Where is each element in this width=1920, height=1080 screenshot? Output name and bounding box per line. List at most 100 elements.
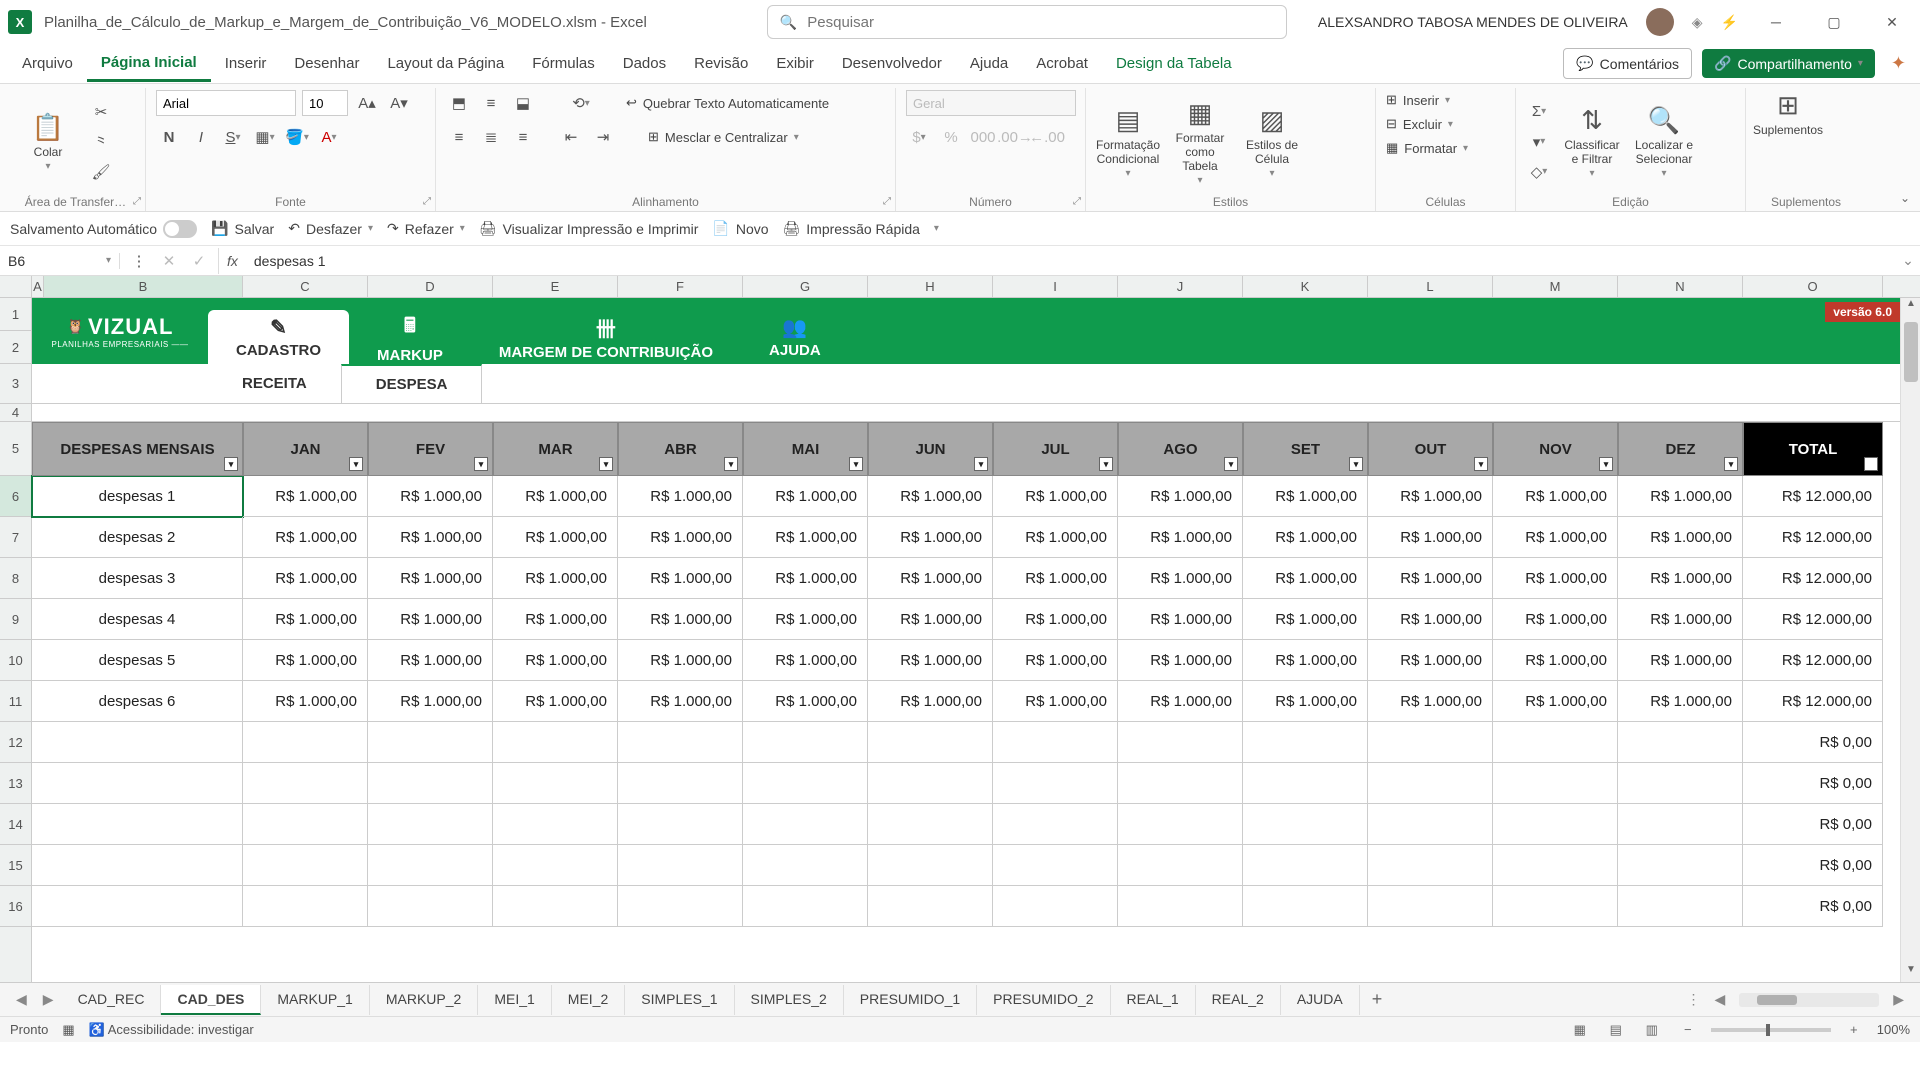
empty-cell[interactable] — [1493, 763, 1618, 804]
expense-value-cell[interactable]: R$ 1.000,00 — [993, 476, 1118, 517]
table-header[interactable]: NOV▾ — [1493, 422, 1618, 476]
normal-view-button[interactable]: ▦ — [1567, 1020, 1593, 1040]
expense-value-cell[interactable]: R$ 1.000,00 — [1368, 558, 1493, 599]
expense-value-cell[interactable]: R$ 1.000,00 — [1243, 681, 1368, 722]
expense-value-cell[interactable]: R$ 1.000,00 — [868, 681, 993, 722]
redo-button[interactable]: ↷Refazer▾ — [387, 220, 465, 237]
empty-cell[interactable] — [1493, 722, 1618, 763]
empty-cell[interactable] — [1118, 886, 1243, 927]
number-format-select[interactable] — [906, 90, 1076, 116]
filter-icon[interactable]: ▾ — [1474, 457, 1488, 471]
col-header-M[interactable]: M — [1493, 276, 1618, 297]
empty-cell[interactable] — [368, 763, 493, 804]
autosum-button[interactable]: Σ▾ — [1526, 99, 1552, 125]
collapse-ribbon-button[interactable]: ⌄ — [1900, 191, 1910, 205]
col-header-H[interactable]: H — [868, 276, 993, 297]
empty-cell[interactable] — [1493, 804, 1618, 845]
empty-cell[interactable] — [1118, 804, 1243, 845]
sheet-tab-markup_1[interactable]: MARKUP_1 — [261, 985, 369, 1015]
zoom-out-button[interactable]: − — [1675, 1020, 1701, 1040]
nav-markup[interactable]: 🖩MARKUP — [349, 310, 471, 364]
expense-value-cell[interactable]: R$ 1.000,00 — [1493, 558, 1618, 599]
col-header-B[interactable]: B — [44, 276, 243, 297]
autosave-toggle[interactable]: Salvamento Automático — [10, 220, 197, 238]
close-button[interactable]: ✕ — [1872, 7, 1912, 37]
empty-cell[interactable] — [32, 845, 243, 886]
tab-exibir[interactable]: Exibir — [762, 47, 828, 80]
col-header-N[interactable]: N — [1618, 276, 1743, 297]
row-header-9[interactable]: 9 — [0, 599, 31, 640]
filter-icon[interactable]: ▾ — [224, 457, 238, 471]
row-header-15[interactable]: 15 — [0, 845, 31, 886]
row-header-11[interactable]: 11 — [0, 681, 31, 722]
table-header[interactable]: DESPESAS MENSAIS▾ — [32, 422, 243, 476]
expense-name-cell[interactable]: despesas 4 — [32, 599, 243, 640]
scroll-up-button[interactable]: ▲ — [1901, 298, 1920, 316]
comma-button[interactable]: 000 — [970, 124, 996, 150]
tab-desenvolvedor[interactable]: Desenvolvedor — [828, 47, 956, 80]
expense-value-cell[interactable]: R$ 1.000,00 — [1243, 517, 1368, 558]
diamond-icon[interactable]: ◈ — [1692, 14, 1703, 31]
table-header[interactable]: FEV▾ — [368, 422, 493, 476]
empty-cell[interactable] — [743, 722, 868, 763]
expense-value-cell[interactable]: R$ 1.000,00 — [493, 681, 618, 722]
table-header[interactable]: AGO▾ — [1118, 422, 1243, 476]
align-left-button[interactable]: ≡ — [446, 124, 472, 150]
filter-icon[interactable]: ▾ — [974, 457, 988, 471]
expense-value-cell[interactable]: R$ 1.000,00 — [1368, 681, 1493, 722]
expense-value-cell[interactable]: R$ 1.000,00 — [868, 476, 993, 517]
expense-value-cell[interactable]: R$ 1.000,00 — [1493, 681, 1618, 722]
add-sheet-button[interactable]: + — [1360, 989, 1395, 1010]
fill-color-button[interactable]: 🪣▾ — [284, 124, 310, 150]
empty-cell[interactable] — [493, 804, 618, 845]
decrease-decimal-button[interactable]: ←.00 — [1034, 124, 1060, 150]
empty-cell[interactable] — [618, 722, 743, 763]
empty-cell[interactable] — [368, 804, 493, 845]
filter-icon[interactable]: ▾ — [599, 457, 613, 471]
expense-value-cell[interactable]: R$ 1.000,00 — [743, 517, 868, 558]
empty-cell[interactable] — [743, 886, 868, 927]
empty-cell[interactable] — [32, 886, 243, 927]
empty-cell[interactable] — [743, 763, 868, 804]
expense-value-cell[interactable]: R$ 1.000,00 — [243, 640, 368, 681]
empty-cell[interactable]: R$ 0,00 — [1743, 886, 1883, 927]
expense-value-cell[interactable]: R$ 1.000,00 — [493, 640, 618, 681]
tab-ajuda[interactable]: Ajuda — [956, 47, 1022, 80]
nav-cadastro[interactable]: ✎CADASTRO — [208, 310, 349, 364]
sheet-tab-presumido_1[interactable]: PRESUMIDO_1 — [844, 985, 977, 1015]
number-launcher[interactable]: ⤢ — [1073, 196, 1081, 207]
empty-cell[interactable] — [1493, 845, 1618, 886]
expense-value-cell[interactable]: R$ 1.000,00 — [368, 517, 493, 558]
sheet-tab-simples_1[interactable]: SIMPLES_1 — [625, 985, 734, 1015]
expense-value-cell[interactable]: R$ 1.000,00 — [1118, 476, 1243, 517]
filter-icon[interactable]: ▾ — [849, 457, 863, 471]
expense-value-cell[interactable]: R$ 1.000,00 — [743, 640, 868, 681]
row-header-12[interactable]: 12 — [0, 722, 31, 763]
underline-button[interactable]: S▾ — [220, 124, 246, 150]
print-preview-button[interactable]: 🖨Visualizar Impressão e Imprimir — [479, 220, 699, 237]
empty-cell[interactable] — [1493, 886, 1618, 927]
empty-cell[interactable] — [993, 722, 1118, 763]
enter-formula-button[interactable]: ✓ — [186, 248, 212, 274]
row-header-4[interactable]: 4 — [0, 404, 31, 422]
expense-value-cell[interactable]: R$ 12.000,00 — [1743, 599, 1883, 640]
new-button[interactable]: 📄Novo — [712, 220, 768, 237]
col-header-I[interactable]: I — [993, 276, 1118, 297]
expense-value-cell[interactable]: R$ 12.000,00 — [1743, 517, 1883, 558]
expense-value-cell[interactable]: R$ 1.000,00 — [1618, 558, 1743, 599]
row-header-8[interactable]: 8 — [0, 558, 31, 599]
empty-cell[interactable] — [743, 845, 868, 886]
col-header-A[interactable]: A — [32, 276, 44, 297]
clipboard-launcher[interactable]: ⤢ — [133, 196, 141, 207]
filter-icon[interactable]: ▾ — [724, 457, 738, 471]
nav-margem[interactable]: 卌MARGEM DE CONTRIBUIÇÃO — [471, 310, 741, 364]
empty-cell[interactable] — [1368, 763, 1493, 804]
addins-button[interactable]: ⊞Suplementos — [1756, 90, 1820, 137]
expense-value-cell[interactable]: R$ 1.000,00 — [1493, 517, 1618, 558]
row-header-6[interactable]: 6 — [0, 476, 31, 517]
expense-value-cell[interactable]: R$ 1.000,00 — [868, 640, 993, 681]
border-button[interactable]: ▦▾ — [252, 124, 278, 150]
font-color-button[interactable]: A▾ — [316, 124, 342, 150]
table-header[interactable]: JUN▾ — [868, 422, 993, 476]
expense-value-cell[interactable]: R$ 1.000,00 — [743, 476, 868, 517]
